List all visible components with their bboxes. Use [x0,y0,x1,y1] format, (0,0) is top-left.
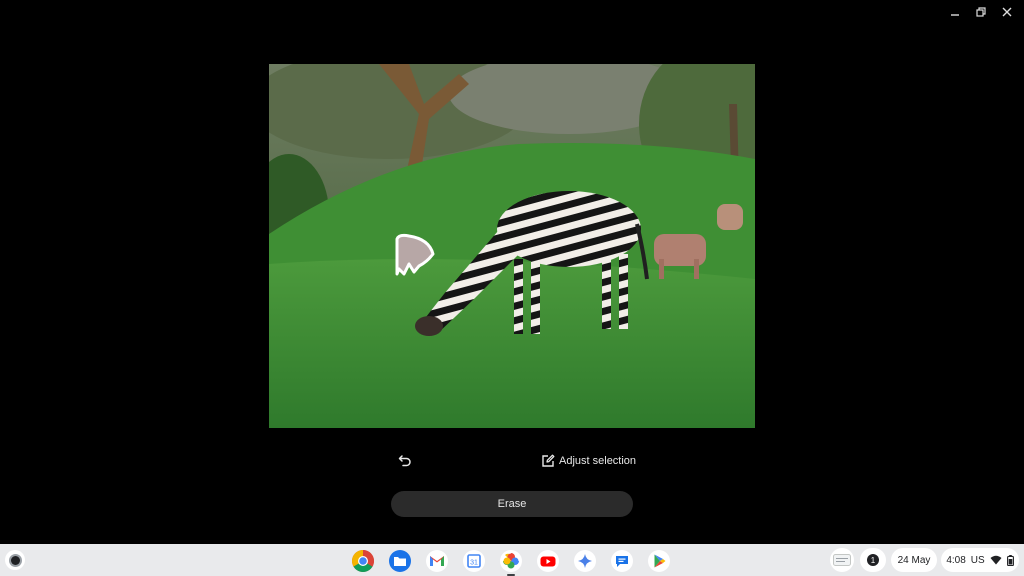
status-area-button[interactable]: 4:08 US [941,548,1019,572]
date-label: 24 May [897,554,931,566]
edit-icon [542,454,555,467]
chrome-app[interactable] [350,548,375,573]
shelf: 31 1 24 May 4:08 US [0,544,1024,576]
screenshot-thumbnail-icon [833,554,851,566]
restore-icon[interactable] [972,4,990,20]
messages-icon [610,549,633,572]
files-icon [388,549,411,572]
photos-icon [499,549,522,572]
calendar-app[interactable]: 31 [461,548,486,573]
close-icon[interactable] [998,4,1016,20]
date-button[interactable]: 24 May [891,548,937,572]
gemini-icon [573,549,596,572]
adjust-selection-label: Adjust selection [559,455,637,467]
play-store-icon [647,549,670,572]
chrome-icon [351,549,374,572]
launcher-icon [10,555,20,565]
holding-space-button[interactable] [830,548,854,572]
edited-photo [269,64,755,428]
locale-label: US [970,554,985,566]
messages-app[interactable] [609,548,634,573]
files-app[interactable] [387,548,412,573]
launcher-button[interactable] [5,550,25,570]
gmail-app[interactable] [424,548,449,573]
adjust-selection-button[interactable]: Adjust selection [541,452,636,470]
wifi-icon [990,555,1002,565]
minimize-icon[interactable] [946,4,964,20]
erase-button[interactable]: Erase [391,491,633,517]
photos-app[interactable] [498,548,523,576]
play-store-app[interactable] [646,548,671,573]
calendar-icon: 31 [462,549,485,572]
erase-label: Erase [497,498,527,510]
notification-count: 1 [867,554,879,566]
svg-text:31: 31 [470,559,478,566]
time-label: 4:08 [946,554,966,566]
undo-icon [398,455,411,467]
youtube-icon [536,549,559,572]
gmail-icon [425,549,448,572]
youtube-app[interactable] [535,548,560,573]
battery-icon [1006,554,1014,566]
notification-center-button[interactable]: 1 [860,548,886,572]
pinned-apps: 31 [350,548,671,576]
undo-button[interactable] [396,452,414,470]
gemini-app[interactable] [572,548,597,573]
window-controls [946,4,1016,20]
